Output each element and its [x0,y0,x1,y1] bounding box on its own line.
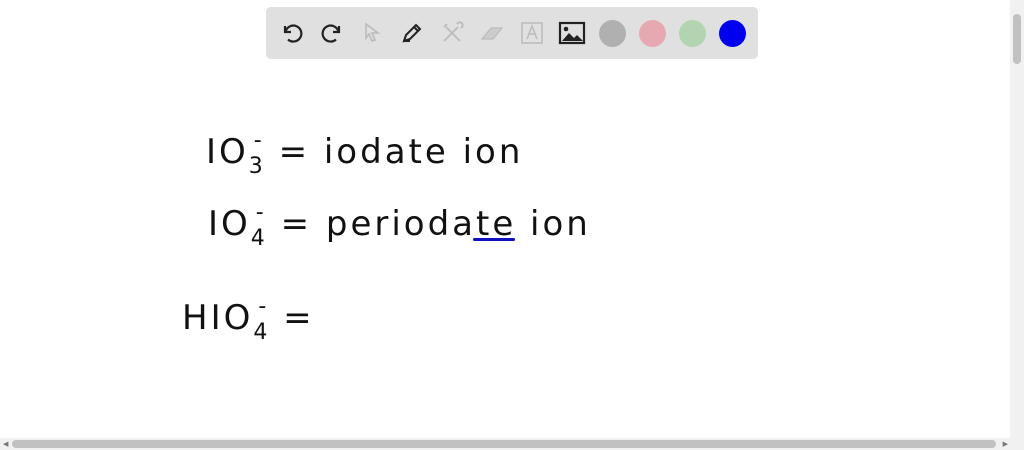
horizontal-scrollbar[interactable]: ◀ ▶ [0,438,1024,450]
undo-icon[interactable] [278,19,306,47]
color-green-swatch[interactable] [679,20,706,47]
name-text: = iodate ion [278,132,524,172]
handwritten-line-iodate: IO3- = iodate ion [206,128,523,179]
scroll-left-icon[interactable]: ◀ [3,440,8,448]
subscript: 4 [253,320,271,345]
handwritten-line-hio4: HIO4- = [182,294,315,345]
image-icon[interactable] [558,19,586,47]
vertical-scroll-thumb[interactable] [1013,14,1021,64]
select-icon[interactable] [358,19,386,47]
color-pink-swatch[interactable] [639,20,666,47]
pen-icon[interactable] [398,19,426,47]
text-icon[interactable] [518,19,546,47]
name-text: = periodate ion [280,204,591,244]
subscript: 4 [250,226,268,251]
vertical-scrollbar[interactable] [1010,0,1024,438]
charge: - [258,294,270,319]
redo-icon[interactable] [318,19,346,47]
eraser-icon[interactable] [478,19,506,47]
color-blue-swatch[interactable] [719,20,746,47]
subscript: 3 [248,154,266,179]
formula: IO [208,204,251,244]
handwritten-line-periodate: IO4- = periodate ion [208,200,591,251]
blue-underline [473,238,515,241]
color-gray-swatch[interactable] [599,20,626,47]
scroll-right-icon[interactable]: ▶ [1003,440,1008,448]
charge: - [253,128,265,153]
tools-icon[interactable] [438,19,466,47]
name-text: = [283,298,315,338]
horizontal-scroll-thumb[interactable] [12,440,996,448]
formula: IO [206,132,249,172]
formula: HIO [182,298,254,338]
charge: - [255,200,267,225]
drawing-toolbar [266,7,758,59]
